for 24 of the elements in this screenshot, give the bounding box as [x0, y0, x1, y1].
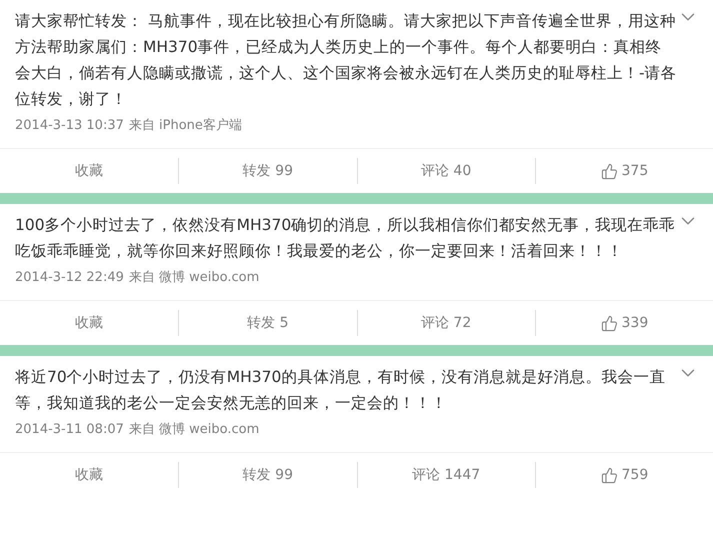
- post-time: 2014-3-13 10:37: [15, 117, 124, 135]
- repost-link[interactable]: 转发 99: [178, 158, 356, 184]
- like-link[interactable]: 759: [534, 462, 713, 488]
- thumbs-up-icon: [600, 314, 618, 332]
- favorite-link[interactable]: 收藏: [0, 462, 178, 488]
- post-source: 来自 微博 weibo.com: [128, 269, 260, 287]
- post-source: 来自 微博 weibo.com: [128, 421, 260, 439]
- comment-link[interactable]: 评论 1447: [356, 462, 535, 488]
- favorite-link[interactable]: 收藏: [0, 158, 178, 184]
- post-source: 来自 iPhone客户端: [128, 117, 242, 135]
- like-link[interactable]: 339: [534, 310, 713, 336]
- repost-link[interactable]: 转发 99: [178, 462, 356, 488]
- comment-link[interactable]: 评论 72: [356, 310, 535, 336]
- post-text: 请大家帮忙转发： 马航事件，现在比较担心有所隐瞒。请大家把以下声音传遍全世界，用这种方法帮助家属们：MH370事件，已经成为人类历史上的一个事件。每个人都要明白：真相终会大白，倘若有人隐瞒或撒谎，这个人、这个国家将会被永远钉在人类历史的耻辱柱上！-请各位转发，谢了！: [15, 11, 677, 110]
- comment-link[interactable]: 评论 40: [356, 158, 535, 184]
- repost-link[interactable]: 转发 5: [178, 310, 356, 336]
- post-text: 将近70个小时过去了，仍没有MH370的具体消息，有时候，没有消息就是好消息。我会一直等，我知道我的老公一定会安然无恙的回来，一定会的！！！: [15, 367, 666, 414]
- post-time: 2014-3-11 08:07: [15, 421, 124, 439]
- thumbs-up-icon: [600, 466, 618, 484]
- thumbs-up-icon: [600, 162, 618, 180]
- post-text: 100多个小时过去了，依然没有MH370确切的消息，所以我相信你们都安然无事，我现在乖乖吃饭乖乖睡觉，就等你回来好照顾你！我最爱的老公，你一定要回来！活着回来！！！: [15, 215, 676, 262]
- favorite-link[interactable]: 收藏: [0, 310, 178, 336]
- post-time: 2014-3-12 22:49: [15, 269, 124, 287]
- like-link[interactable]: 375: [534, 158, 713, 184]
